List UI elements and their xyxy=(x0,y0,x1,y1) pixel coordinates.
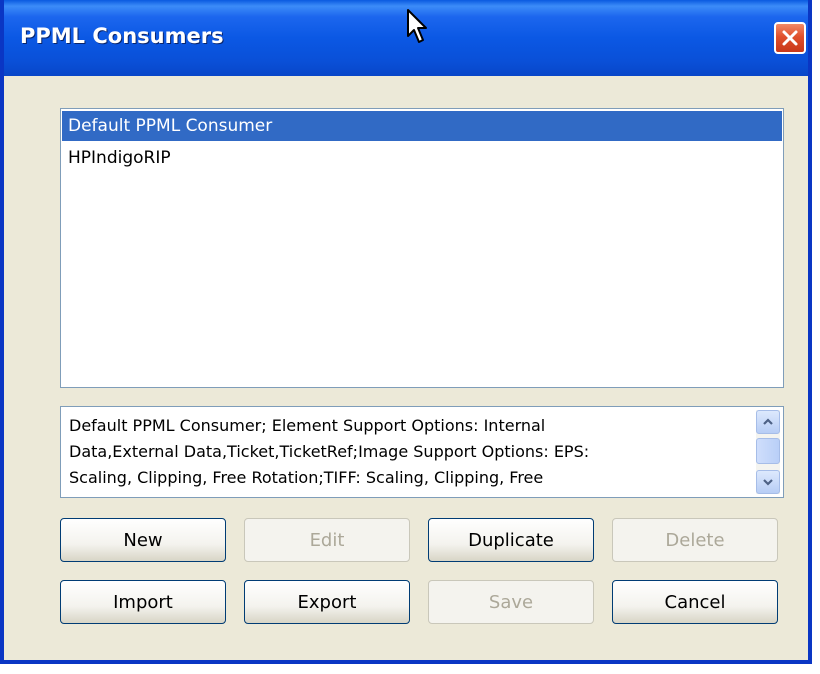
close-x-icon xyxy=(782,30,798,46)
close-button[interactable] xyxy=(774,22,806,54)
chevron-down-icon xyxy=(763,479,773,486)
window-title: PPML Consumers xyxy=(20,24,224,48)
description-text: Default PPML Consumer; Element Support O… xyxy=(69,416,590,487)
new-button[interactable]: New xyxy=(60,518,226,562)
mouse-pointer-icon xyxy=(407,9,427,43)
list-item-label: Default PPML Consumer xyxy=(68,116,273,136)
scroll-up-button[interactable] xyxy=(756,410,780,434)
description-scrollbar[interactable] xyxy=(756,410,780,494)
scroll-thumb[interactable] xyxy=(756,438,780,464)
list-item[interactable]: Default PPML Consumer xyxy=(62,111,782,141)
duplicate-button[interactable]: Duplicate xyxy=(428,518,594,562)
cancel-button[interactable]: Cancel xyxy=(612,580,778,624)
chevron-up-icon xyxy=(763,418,773,425)
edit-button[interactable]: Edit xyxy=(244,518,410,562)
delete-button[interactable]: Delete xyxy=(612,518,778,562)
import-button[interactable]: Import xyxy=(60,580,226,624)
consumer-description: Default PPML Consumer; Element Support O… xyxy=(60,406,784,498)
export-button[interactable]: Export xyxy=(244,580,410,624)
consumer-list[interactable]: Default PPML Consumer HPIndigoRIP xyxy=(60,108,784,388)
list-item-label: HPIndigoRIP xyxy=(68,148,171,168)
list-item[interactable]: HPIndigoRIP xyxy=(62,143,782,173)
scroll-down-button[interactable] xyxy=(756,470,780,494)
ppml-consumers-dialog: PPML Consumers Default PPML Consumer HPI… xyxy=(0,0,812,664)
save-button[interactable]: Save xyxy=(428,580,594,624)
